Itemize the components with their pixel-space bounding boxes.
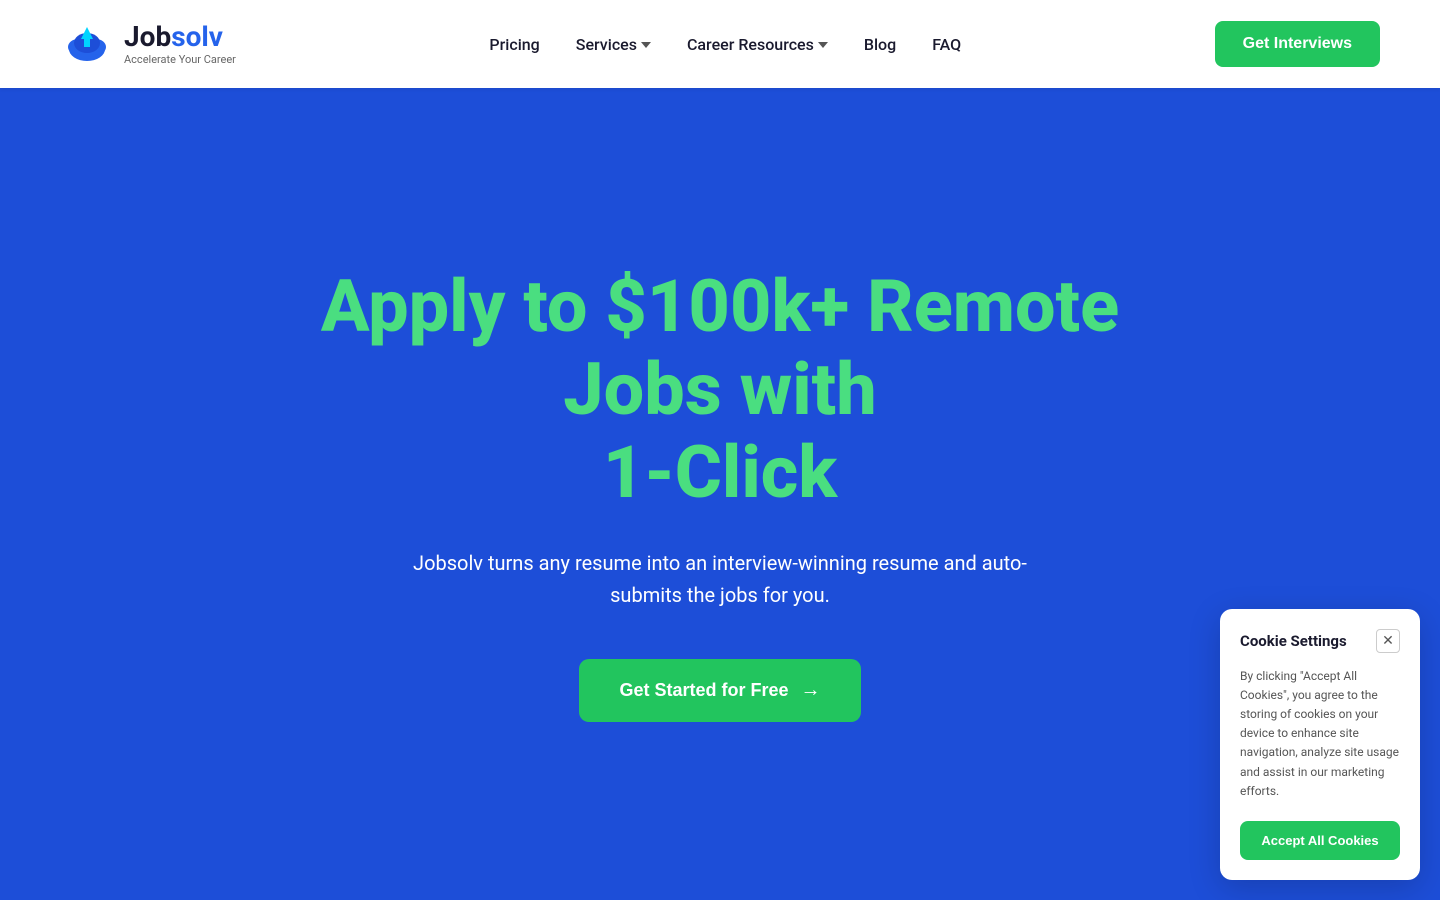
chevron-down-icon bbox=[641, 42, 651, 48]
nav-blog[interactable]: Blog bbox=[864, 35, 896, 54]
nav-faq[interactable]: FAQ bbox=[932, 35, 961, 54]
logo-tagline: Accelerate Your Career bbox=[124, 53, 236, 66]
logo-icon bbox=[60, 17, 114, 71]
cookie-body-text: By clicking "Accept All Cookies", you ag… bbox=[1240, 667, 1400, 801]
cookie-close-button[interactable]: ✕ bbox=[1376, 629, 1400, 653]
nav-career-resources-link[interactable]: Career Resources bbox=[687, 35, 828, 54]
logo-brand-solv: solv bbox=[171, 20, 223, 53]
navbar: Jobsolv Accelerate Your Career Pricing S… bbox=[0, 0, 1440, 88]
cookie-title: Cookie Settings bbox=[1240, 632, 1347, 650]
get-interviews-button[interactable]: Get Interviews bbox=[1215, 21, 1380, 67]
hero-subtitle: Jobsolv turns any resume into an intervi… bbox=[400, 547, 1040, 611]
cookie-popup: Cookie Settings ✕ By clicking "Accept Al… bbox=[1220, 609, 1420, 880]
chevron-down-icon bbox=[818, 42, 828, 48]
nav-pricing-link[interactable]: Pricing bbox=[489, 35, 539, 54]
nav-services-link[interactable]: Services bbox=[576, 35, 651, 54]
nav-services[interactable]: Services bbox=[576, 35, 651, 54]
arrow-right-icon: → bbox=[801, 679, 821, 702]
cookie-header: Cookie Settings ✕ bbox=[1240, 629, 1400, 653]
nav-pricing[interactable]: Pricing bbox=[489, 35, 539, 54]
get-started-button[interactable]: Get Started for Free → bbox=[579, 659, 860, 722]
nav-blog-link[interactable]: Blog bbox=[864, 35, 896, 54]
get-started-label: Get Started for Free bbox=[619, 680, 788, 701]
accept-cookies-button[interactable]: Accept All Cookies bbox=[1240, 821, 1400, 860]
nav-links: Pricing Services Career Resources Blog F… bbox=[489, 35, 961, 54]
hero-title: Apply to $100k+ Remote Jobs with 1-Click bbox=[270, 266, 1170, 514]
logo-brand-job: Job bbox=[124, 20, 171, 53]
nav-career-resources[interactable]: Career Resources bbox=[687, 35, 828, 54]
nav-faq-link[interactable]: FAQ bbox=[932, 35, 961, 54]
logo[interactable]: Jobsolv Accelerate Your Career bbox=[60, 17, 236, 71]
logo-text: Jobsolv Accelerate Your Career bbox=[124, 23, 236, 66]
